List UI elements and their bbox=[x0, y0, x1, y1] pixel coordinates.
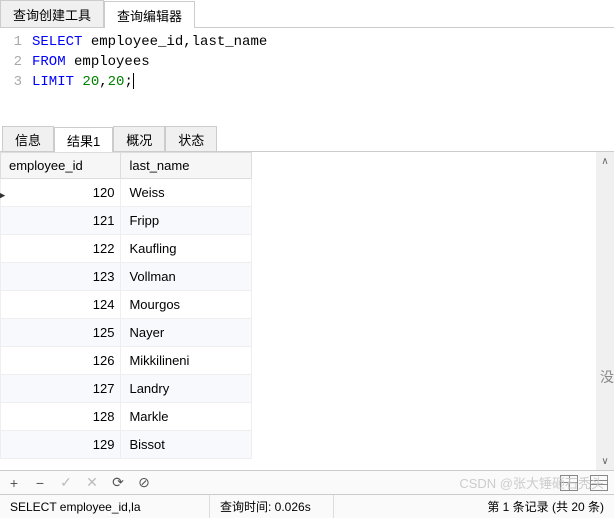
cell-last-name[interactable]: Landry bbox=[121, 375, 252, 403]
refresh-button[interactable]: ⟳ bbox=[110, 474, 126, 491]
table-row[interactable]: 123Vollman bbox=[1, 263, 252, 291]
table-row[interactable]: 122Kaufling bbox=[1, 235, 252, 263]
code-line[interactable]: FROM employees bbox=[32, 52, 150, 72]
add-row-button[interactable]: + bbox=[6, 475, 22, 491]
code-line[interactable]: SELECT employee_id,last_name bbox=[32, 32, 267, 52]
current-row-marker: ▸ bbox=[0, 182, 6, 208]
grid-view-icon[interactable] bbox=[560, 475, 578, 491]
scroll-down-icon[interactable]: ∨ bbox=[596, 452, 614, 470]
status-bar: SELECT employee_id,la 查询时间: 0.026s 第 1 条… bbox=[0, 494, 614, 518]
cell-employee-id[interactable]: 121 bbox=[1, 207, 121, 235]
cell-last-name[interactable]: Kaufling bbox=[121, 235, 252, 263]
tab-info[interactable]: 信息 bbox=[2, 126, 54, 151]
cell-last-name[interactable]: Fripp bbox=[121, 207, 252, 235]
cell-last-name[interactable]: Mikkilineni bbox=[121, 347, 252, 375]
column-header-employee-id[interactable]: employee_id bbox=[1, 153, 121, 179]
table-row[interactable]: 128Markle bbox=[1, 403, 252, 431]
table-row[interactable]: 121Fripp bbox=[1, 207, 252, 235]
tab-query-builder[interactable]: 查询创建工具 bbox=[0, 0, 104, 27]
vertical-scrollbar[interactable]: ∧ ∨ bbox=[596, 152, 614, 470]
cell-employee-id[interactable]: 124 bbox=[1, 291, 121, 319]
cell-last-name[interactable]: Markle bbox=[121, 403, 252, 431]
table-row[interactable]: 120Weiss bbox=[1, 179, 252, 207]
cell-employee-id[interactable]: 120 bbox=[1, 179, 121, 207]
sql-editor[interactable]: 1SELECT employee_id,last_name2FROM emplo… bbox=[0, 28, 614, 96]
code-line[interactable]: LIMIT 20,20; bbox=[32, 72, 134, 92]
cell-employee-id[interactable]: 125 bbox=[1, 319, 121, 347]
status-time: 查询时间: 0.026s bbox=[210, 495, 334, 518]
column-header-last-name[interactable]: last_name bbox=[121, 153, 252, 179]
splitter[interactable] bbox=[0, 96, 614, 126]
status-sql: SELECT employee_id,la bbox=[0, 495, 210, 518]
stop-button[interactable]: ⊘ bbox=[136, 474, 152, 491]
scroll-up-icon[interactable]: ∧ bbox=[596, 152, 614, 170]
table-row[interactable]: 124Mourgos bbox=[1, 291, 252, 319]
result-tabs: 信息 结果1 概况 状态 bbox=[0, 126, 614, 152]
form-view-icon[interactable] bbox=[590, 475, 608, 491]
cell-last-name[interactable]: Nayer bbox=[121, 319, 252, 347]
result-grid-wrap: ▸ employee_id last_name 120Weiss121Fripp… bbox=[0, 152, 614, 470]
apply-button[interactable]: ✓ bbox=[58, 474, 74, 491]
table-row[interactable]: 129Bissot bbox=[1, 431, 252, 459]
clipped-text: 没 bbox=[600, 367, 614, 387]
result-grid[interactable]: employee_id last_name 120Weiss121Fripp12… bbox=[0, 152, 252, 459]
table-row[interactable]: 127Landry bbox=[1, 375, 252, 403]
top-tabs: 查询创建工具 查询编辑器 bbox=[0, 0, 614, 28]
result-toolbar: + − ✓ ✕ ⟳ ⊘ bbox=[0, 470, 614, 494]
cancel-button[interactable]: ✕ bbox=[84, 474, 100, 491]
cell-employee-id[interactable]: 128 bbox=[1, 403, 121, 431]
tab-query-editor[interactable]: 查询编辑器 bbox=[104, 1, 195, 28]
cell-last-name[interactable]: Weiss bbox=[121, 179, 252, 207]
status-position: 第 1 条记录 (共 20 条) bbox=[334, 495, 614, 518]
tab-result1[interactable]: 结果1 bbox=[54, 127, 113, 152]
gutter-line: 1 bbox=[0, 32, 32, 52]
cell-employee-id[interactable]: 123 bbox=[1, 263, 121, 291]
gutter-line: 3 bbox=[0, 72, 32, 92]
cell-last-name[interactable]: Bissot bbox=[121, 431, 252, 459]
cell-employee-id[interactable]: 129 bbox=[1, 431, 121, 459]
table-row[interactable]: 126Mikkilineni bbox=[1, 347, 252, 375]
tab-profile[interactable]: 概况 bbox=[113, 126, 165, 151]
gutter-line: 2 bbox=[0, 52, 32, 72]
delete-row-button[interactable]: − bbox=[32, 475, 48, 491]
cell-employee-id[interactable]: 122 bbox=[1, 235, 121, 263]
table-row[interactable]: 125Nayer bbox=[1, 319, 252, 347]
cell-last-name[interactable]: Mourgos bbox=[121, 291, 252, 319]
cell-employee-id[interactable]: 126 bbox=[1, 347, 121, 375]
cell-last-name[interactable]: Vollman bbox=[121, 263, 252, 291]
text-cursor bbox=[133, 73, 134, 89]
cell-employee-id[interactable]: 127 bbox=[1, 375, 121, 403]
tab-status[interactable]: 状态 bbox=[165, 126, 217, 151]
